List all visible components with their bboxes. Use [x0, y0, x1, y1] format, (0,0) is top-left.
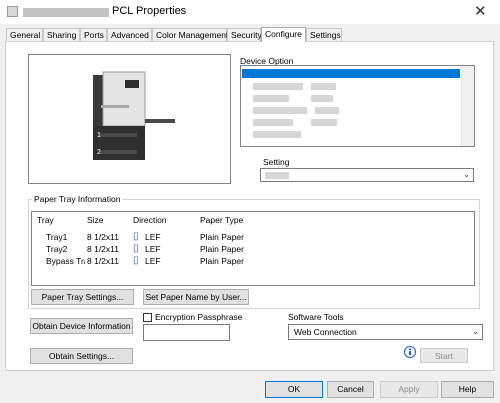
column-header-paper-type[interactable]: Paper Type [200, 215, 243, 225]
selected-option-row[interactable] [242, 69, 460, 78]
tray-cell: Tray1 [46, 232, 68, 242]
direction-cell: LEF [145, 256, 161, 266]
device-option-list[interactable] [240, 65, 475, 147]
tab-security[interactable]: Security [227, 28, 262, 41]
page-orientation-icon: ▯ [133, 255, 139, 266]
option-redacted [253, 107, 307, 114]
tray-number-1: 1 [97, 132, 101, 139]
size-cell: 8 1/2x11 [87, 232, 119, 242]
software-tools-value: Web Connection [294, 327, 357, 337]
list-scrollbar[interactable] [461, 66, 474, 146]
column-header-size[interactable]: Size [87, 215, 104, 225]
tab-sharing[interactable]: Sharing [43, 28, 80, 41]
option-redacted [315, 107, 339, 114]
chevron-down-icon: ⌄ [472, 327, 479, 336]
encryption-passphrase-label: Encryption Passphrase [155, 312, 243, 322]
obtain-settings-button[interactable]: Obtain Settings... [30, 348, 133, 364]
printer-icon [7, 6, 18, 17]
paper-tray-table[interactable]: Tray Size Direction Paper Type Tray1 8 1… [31, 211, 475, 286]
column-header-tray[interactable]: Tray [37, 215, 54, 225]
printer-preview: 1 2 [28, 54, 231, 184]
setting-label: Setting [263, 157, 290, 167]
close-icon[interactable]: ✕ [474, 2, 487, 20]
apply-button[interactable]: Apply [380, 381, 438, 398]
tab-advanced[interactable]: Advanced [107, 28, 152, 41]
direction-cell: LEF [145, 244, 161, 254]
printer-name-redacted [23, 8, 109, 17]
tray-cell: Tray2 [46, 244, 68, 254]
size-cell: 8 1/2x11 [87, 244, 119, 254]
cancel-button[interactable]: Cancel [327, 381, 374, 398]
option-redacted [253, 95, 289, 102]
info-icon[interactable] [403, 346, 417, 358]
tab-configure[interactable]: Configure [261, 27, 306, 42]
size-cell: 8 1/2x11 [87, 256, 119, 266]
page-orientation-icon: ▯ [133, 243, 139, 254]
option-redacted [253, 131, 301, 138]
obtain-device-information-button[interactable]: Obtain Device Information [30, 318, 133, 334]
option-redacted [311, 83, 336, 90]
option-redacted [253, 119, 293, 126]
title-bar: PCL Properties ✕ [0, 0, 500, 24]
paper-type-cell: Plain Paper [200, 244, 244, 254]
set-paper-name-button[interactable]: Set Paper Name by User... [143, 289, 249, 305]
tray-cell: Bypass Tray [46, 256, 85, 266]
tab-settings[interactable]: Settings [306, 28, 342, 41]
tab-color-management[interactable]: Color Management [152, 28, 228, 41]
encryption-passphrase-field[interactable] [143, 324, 230, 341]
option-redacted [253, 83, 303, 90]
start-button[interactable]: Start [420, 348, 468, 363]
column-header-direction[interactable]: Direction [133, 215, 167, 225]
chevron-down-icon: ⌄ [463, 170, 470, 179]
setting-value-redacted [265, 172, 289, 179]
tab-general[interactable]: General [6, 28, 43, 41]
paper-type-cell: Plain Paper [200, 232, 244, 242]
paper-tray-settings-button[interactable]: Paper Tray Settings... [31, 289, 134, 305]
help-button[interactable]: Help [441, 381, 494, 398]
software-tools-label: Software Tools [288, 312, 344, 322]
ok-button[interactable]: OK [265, 381, 323, 398]
paper-type-cell: Plain Paper [200, 256, 244, 266]
tray-number-2: 2 [97, 149, 101, 156]
window-title: PCL Properties [112, 5, 187, 17]
direction-cell: LEF [145, 232, 161, 242]
page-orientation-icon: ▯ [133, 231, 139, 242]
printer-illustration: 1 2 [93, 71, 175, 160]
encryption-passphrase-checkbox[interactable] [143, 313, 152, 322]
software-tools-combobox[interactable]: Web Connection ⌄ [288, 324, 483, 340]
option-redacted [311, 95, 333, 102]
paper-tray-group-title: Paper Tray Information [32, 194, 123, 204]
tab-ports[interactable]: Ports [80, 28, 107, 41]
setting-combobox[interactable]: ⌄ [260, 168, 474, 182]
option-redacted [311, 119, 337, 126]
